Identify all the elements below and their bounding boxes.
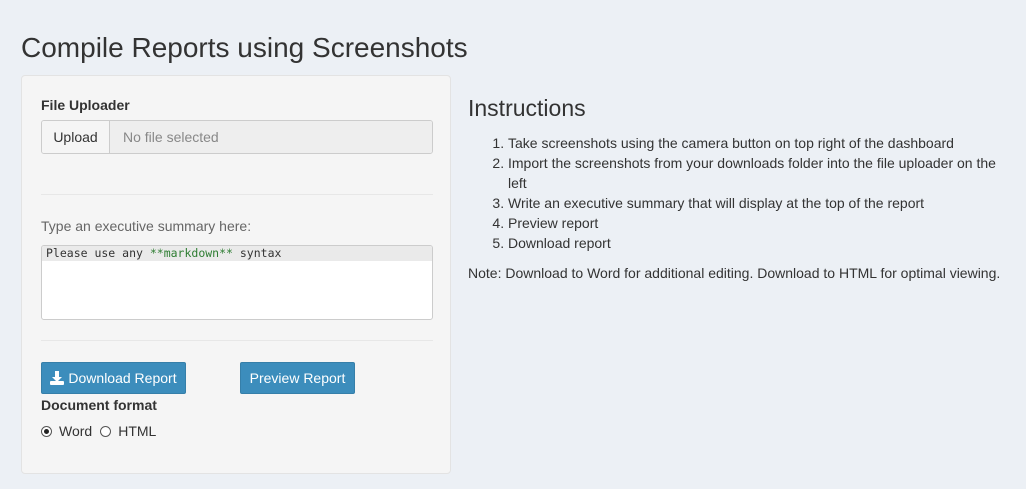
editor-text-suffix: syntax	[232, 246, 282, 260]
list-item: Write an executive summary that will dis…	[508, 193, 1008, 213]
instructions-list: Take screenshots using the camera button…	[468, 133, 1008, 253]
list-item: Preview report	[508, 213, 1008, 233]
radio-button-word[interactable]	[41, 425, 52, 437]
divider	[41, 340, 433, 341]
divider	[41, 194, 433, 195]
list-item: Download report	[508, 233, 1008, 253]
radio-option-html[interactable]: HTML	[100, 423, 156, 439]
download-report-label: Download Report	[68, 370, 177, 386]
radio-option-word[interactable]: Word	[41, 423, 92, 439]
file-name-display: No file selected	[110, 121, 432, 153]
executive-summary-editor[interactable]: Please use any **markdown** syntax	[41, 245, 433, 320]
document-format-label: Document format	[41, 397, 157, 413]
radio-button-html[interactable]	[100, 425, 112, 437]
editor-text: Please use any	[46, 246, 150, 260]
upload-button[interactable]: Upload	[42, 121, 110, 153]
instructions-title: Instructions	[468, 95, 586, 121]
main-panel: Instructions Take screenshots using the …	[468, 92, 1008, 283]
radio-label-word: Word	[59, 423, 93, 439]
file-uploader[interactable]: Upload No file selected	[41, 120, 433, 154]
preview-report-button[interactable]: Preview Report	[240, 362, 355, 394]
download-icon	[50, 371, 65, 385]
radio-label-html: HTML	[118, 423, 157, 439]
editor-line: Please use any **markdown** syntax	[42, 246, 432, 261]
preview-report-label: Preview Report	[249, 370, 346, 386]
note-text: Note: Download to Word for additional ed…	[468, 265, 1001, 281]
summary-label: Type an executive summary here:	[41, 218, 252, 234]
file-uploader-label: File Uploader	[41, 97, 130, 113]
list-item: Take screenshots using the camera button…	[508, 133, 1008, 153]
download-report-button[interactable]: Download Report	[41, 362, 186, 394]
document-format-radio-group: Word HTML	[41, 423, 164, 439]
sidebar-panel: File Uploader Upload No file selected Ty…	[21, 75, 451, 474]
list-item: Import the screenshots from your downloa…	[508, 153, 1008, 193]
editor-markdown-text: **markdown**	[149, 246, 233, 260]
page-title: Compile Reports using Screenshots	[21, 32, 468, 63]
